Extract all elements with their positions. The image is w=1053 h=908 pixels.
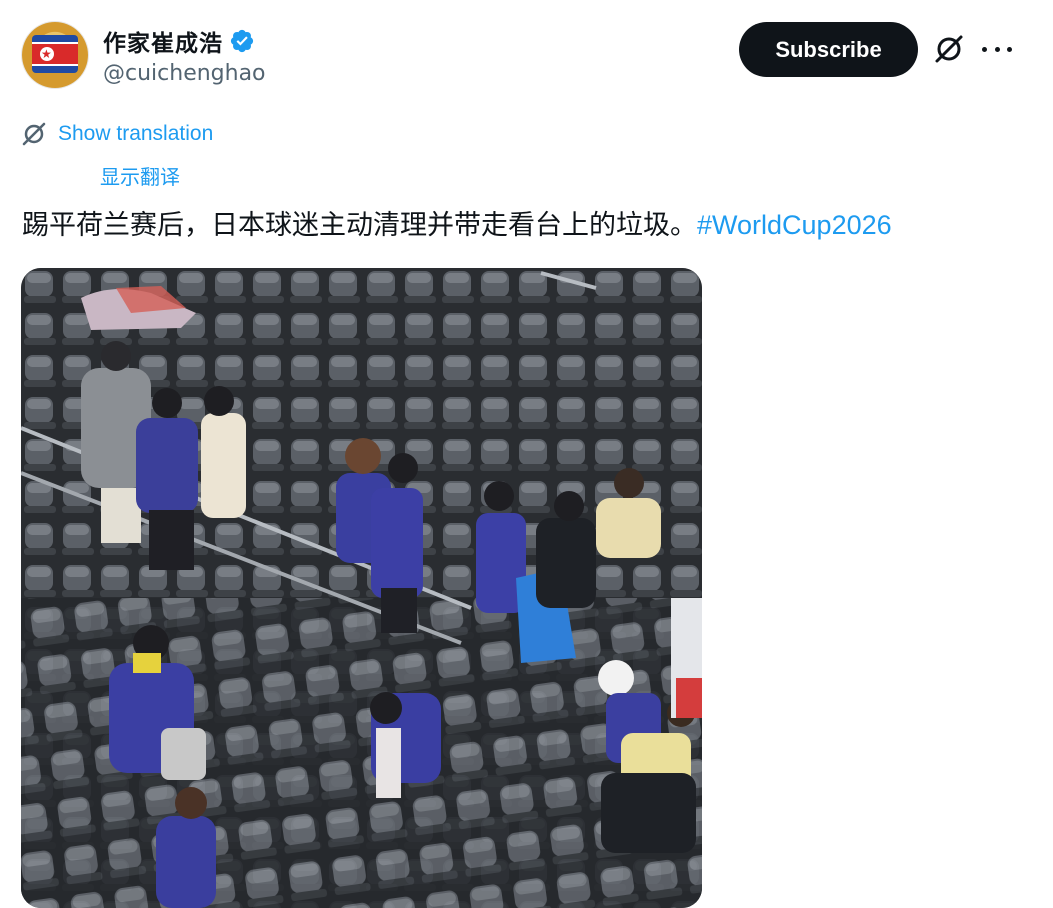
- avatar[interactable]: ★: [22, 22, 88, 88]
- stadium-photo: [21, 268, 702, 908]
- grok-icon[interactable]: [932, 32, 966, 66]
- hashtag-link[interactable]: #WorldCup2026: [697, 210, 892, 240]
- verified-badge-icon: [230, 29, 254, 53]
- subscribe-button[interactable]: Subscribe: [739, 22, 918, 77]
- show-translation-link[interactable]: Show translation: [20, 120, 213, 148]
- show-translation-label[interactable]: Show translation: [58, 122, 213, 146]
- author-name-row: 作家崔成浩: [103, 24, 255, 58]
- more-dots-icon[interactable]: [982, 34, 1012, 64]
- tweet-body: 踢平荷兰赛后，日本球迷主动清理并带走看台上的垃圾。: [22, 210, 697, 241]
- tweet-text: 踢平荷兰赛后，日本球迷主动清理并带走看台上的垃圾。#WorldCup2026: [22, 207, 892, 244]
- tweet-media-image[interactable]: [21, 268, 702, 908]
- author-display-name[interactable]: 作家崔成浩: [103, 24, 223, 58]
- grok-translate-icon: [22, 122, 46, 146]
- show-translation-cn-label[interactable]: 显示翻译: [100, 161, 180, 190]
- flag-icon: ★: [32, 35, 78, 73]
- author-handle[interactable]: @cuichenghao: [103, 61, 266, 86]
